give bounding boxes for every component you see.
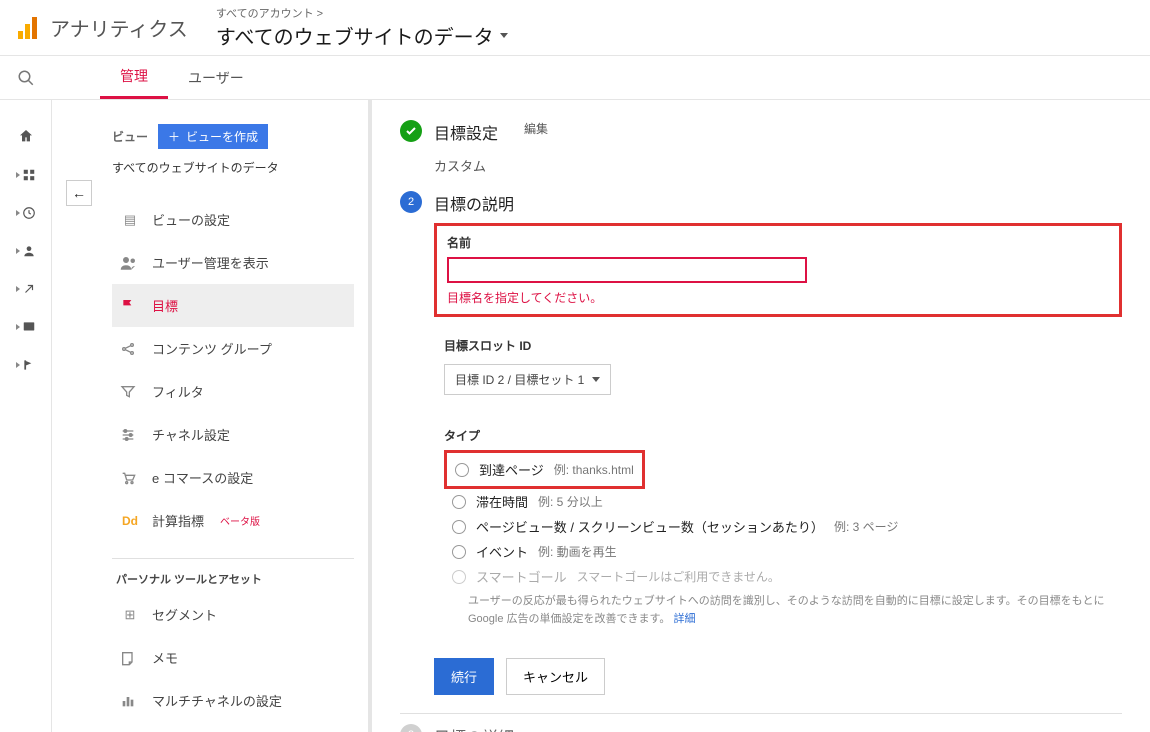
view-label: ビュー [112, 128, 148, 145]
dataset-name: すべてのウェブサイトのデータ [112, 159, 354, 176]
app-header: アナリティクス すべてのアカウント > すべてのウェブサイトのデータ [0, 0, 1150, 56]
segment-icon: ⊞ [120, 607, 140, 623]
beta-badge: ベータ版 [220, 513, 260, 528]
rail-realtime[interactable] [16, 206, 36, 220]
caret-right-icon [16, 172, 20, 178]
name-error: 目標名を指定してください。 [447, 289, 1109, 306]
step-3-badge: 3 [400, 724, 422, 732]
search-button[interactable] [0, 56, 52, 100]
type-field-group: タイプ 到達ページ 例: thanks.html 滞在時間 例: 5 分以上 ペ… [434, 421, 1122, 634]
divider [400, 713, 1122, 714]
nav-ecommerce[interactable]: e コマースの設定 [112, 456, 354, 499]
app-name: アナリティクス [50, 13, 188, 42]
name-label: 名前 [447, 234, 1109, 251]
tab-user[interactable]: ユーザー [168, 56, 264, 99]
radio-icon [452, 570, 466, 584]
nav-channel[interactable]: チャネル設定 [112, 413, 354, 456]
share-icon [120, 341, 140, 357]
rail-custom[interactable] [16, 168, 36, 182]
nav-user-mgmt[interactable]: ユーザー管理を表示 [112, 241, 354, 284]
caret-right-icon [16, 362, 20, 368]
nav-goals[interactable]: 目標 [112, 284, 354, 327]
breadcrumb: すべてのアカウント > [216, 5, 508, 21]
slot-label: 目標スロット ID [444, 337, 1112, 354]
chart-icon [120, 693, 140, 709]
step-2-title: 目標の説明 [434, 191, 514, 215]
view-name: すべてのウェブサイトのデータ [216, 21, 508, 50]
type-label: タイプ [444, 427, 1112, 444]
cancel-button[interactable]: キャンセル [506, 658, 605, 695]
type-option-pageviews[interactable]: ページビュー数 / スクリーンビュー数（セッションあたり） 例: 3 ページ [444, 514, 1112, 539]
radio-icon [452, 520, 466, 534]
goal-name-input[interactable] [447, 257, 807, 283]
nav-view-settings[interactable]: ▤ビューの設定 [112, 198, 354, 241]
type-option-destination[interactable]: 到達ページ 例: thanks.html [455, 457, 634, 482]
name-field-group: 名前 目標名を指定してください。 [434, 223, 1122, 317]
main-panel: 目標設定 編集 カスタム 2 目標の説明 名前 目標名を指定してください。 目標… [372, 100, 1150, 732]
type-highlight: 到達ページ 例: thanks.html [444, 450, 645, 489]
step-2-badge: 2 [400, 191, 422, 213]
slot-select[interactable]: 目標 ID 2 / 目標セット 1 [444, 364, 611, 395]
collapse-button[interactable]: ← [66, 180, 92, 206]
step-done-icon [400, 120, 422, 142]
view-selector[interactable]: すべてのアカウント > すべてのウェブサイトのデータ [216, 5, 508, 50]
caret-right-icon [16, 324, 20, 330]
personal-nav: ⊞セグメント メモ マルチチャネルの設定 [112, 593, 354, 722]
step-1-title: 目標設定 [434, 120, 498, 144]
step-2-header: 2 目標の説明 [400, 191, 1122, 215]
rail-acquisition[interactable] [16, 282, 36, 296]
nav-content-group[interactable]: コンテンツ グループ [112, 327, 354, 370]
nav-notes[interactable]: メモ [112, 636, 354, 679]
create-view-button[interactable]: ＋ ビューを作成 [158, 124, 268, 149]
continue-button[interactable]: 続行 [434, 658, 494, 695]
smartgoal-description: ユーザーの反応が最も得られたウェブサイトへの訪問を識別し、そのような訪問を自動的… [468, 593, 1108, 628]
dd-icon: Dd [120, 514, 140, 528]
personal-section-title: パーソナル ツールとアセット [112, 571, 354, 587]
nav-segments[interactable]: ⊞セグメント [112, 593, 354, 636]
cart-icon [120, 470, 140, 486]
radio-icon [452, 545, 466, 559]
plus-icon: ＋ [168, 128, 180, 145]
flag-icon [120, 298, 140, 314]
rail-conversions[interactable] [16, 358, 36, 372]
step-2-actions: 続行 キャンセル [434, 658, 1122, 695]
step-3-title: 目標の詳細 [434, 724, 514, 732]
settings-panel: ビュー ＋ ビューを作成 すべてのウェブサイトのデータ ← ▤ビューの設定 ユー… [52, 100, 372, 732]
nav-calc-metrics[interactable]: Dd計算指標ベータ版 [112, 499, 354, 542]
note-icon [120, 650, 140, 666]
slot-field-group: 目標スロット ID 目標 ID 2 / 目標セット 1 [434, 331, 1122, 401]
nav-filters[interactable]: フィルタ [112, 370, 354, 413]
step-1-edit-link[interactable]: 編集 [524, 120, 548, 137]
rail-home[interactable] [18, 128, 34, 144]
radio-icon [452, 495, 466, 509]
sub-header: 管理 ユーザー [0, 56, 1150, 100]
sliders-icon [120, 427, 140, 443]
nav-rail [0, 100, 52, 732]
caret-right-icon [16, 248, 20, 254]
arrow-left-icon: ← [72, 185, 86, 201]
rail-audience[interactable] [16, 244, 36, 258]
doc-icon: ▤ [120, 212, 140, 228]
step-3-header: 3 目標の詳細 [400, 724, 1122, 732]
rail-behavior[interactable] [16, 320, 36, 334]
step-1-header: 目標設定 編集 [400, 120, 1122, 144]
caret-down-icon [592, 377, 600, 382]
funnel-icon [120, 384, 140, 400]
nav-multichannel[interactable]: マルチチャネルの設定 [112, 679, 354, 722]
type-option-event[interactable]: イベント 例: 動画を再生 [444, 539, 1112, 564]
smartgoal-details-link[interactable]: 詳細 [674, 613, 696, 625]
radio-icon [455, 463, 469, 477]
step-1-sub: カスタム [434, 156, 1122, 175]
type-option-smartgoal: スマートゴール スマートゴールはご利用できません。 [444, 564, 1112, 589]
divider [112, 558, 354, 559]
ga-logo-icon [18, 17, 38, 39]
type-option-duration[interactable]: 滞在時間 例: 5 分以上 [444, 489, 1112, 514]
caret-right-icon [16, 286, 20, 292]
settings-nav: ▤ビューの設定 ユーザー管理を表示 目標 コンテンツ グループ フィルタ チャネ… [112, 198, 354, 542]
tab-admin[interactable]: 管理 [100, 56, 168, 99]
people-icon [120, 256, 140, 270]
caret-right-icon [16, 210, 20, 216]
caret-down-icon [500, 33, 508, 38]
